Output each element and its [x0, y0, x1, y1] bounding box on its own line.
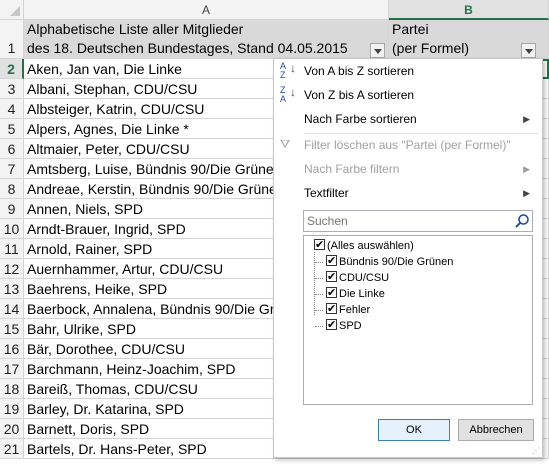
row-header[interactable]: 14: [0, 299, 24, 319]
filter-list-item[interactable]: Bündnis 90/Die Grünen: [326, 253, 454, 270]
tree-line: [315, 310, 323, 311]
row-header[interactable]: 7: [0, 159, 24, 179]
filter-list-item[interactable]: Fehler: [326, 301, 371, 318]
filter-search-input[interactable]: [303, 210, 533, 232]
filter-list-item-label: Fehler: [339, 304, 371, 316]
sort-ascending-item[interactable]: A Z ↓ Von A bis Z sortieren: [274, 59, 542, 83]
filter-list-item[interactable]: (Alles auswählen): [314, 237, 414, 254]
header-a-line1: Alphabetische Liste aller Mitglieder: [27, 21, 244, 37]
column-header-a[interactable]: A: [24, 0, 389, 20]
submenu-arrow-icon: ▶: [523, 188, 530, 198]
sort-by-color-item[interactable]: Nach Farbe sortieren ▶: [274, 107, 542, 131]
row-header[interactable]: 3: [0, 79, 24, 99]
row-header[interactable]: 20: [0, 419, 24, 439]
row-header[interactable]: 9: [0, 199, 24, 219]
row-header-1[interactable]: 1: [0, 20, 24, 59]
filter-list-item[interactable]: Die Linke: [326, 285, 385, 302]
row-header[interactable]: 21: [0, 439, 24, 459]
submenu-arrow-icon: ▶: [523, 164, 530, 174]
row-header[interactable]: 8: [0, 179, 24, 199]
row-header[interactable]: 2: [0, 59, 24, 79]
checkbox-checked-icon[interactable]: [314, 237, 325, 253]
sort-za-icon: Z A ↓: [280, 85, 296, 104]
checkbox-checked-icon[interactable]: [326, 317, 337, 333]
row-header[interactable]: 18: [0, 379, 24, 399]
header-a-line2: des 18. Deutschen Bundestages, Stand 04.…: [27, 40, 348, 56]
filter-values-list[interactable]: (Alles auswählen) Bündnis 90/Die Grünen CD…: [303, 235, 533, 405]
clear-filter-item[interactable]: ⛛ Filter löschen aus "Partei (per Formel…: [274, 133, 542, 157]
filter-by-color-label: Nach Farbe filtern: [304, 162, 400, 176]
filter-list-item-label: SPD: [339, 320, 362, 332]
text-filter-item[interactable]: Textfilter ▶: [274, 181, 542, 205]
autofilter-menu: A Z ↓ Von A bis Z sortieren Z A ↓ Von Z bis …: [273, 58, 543, 458]
row-header[interactable]: 5: [0, 119, 24, 139]
checkbox-checked-icon[interactable]: [326, 253, 337, 269]
sort-az-icon: A Z ↓: [280, 61, 296, 80]
checkbox-checked-icon[interactable]: [326, 301, 337, 317]
row-header[interactable]: 11: [0, 239, 24, 259]
search-icon[interactable]: [514, 213, 530, 229]
tree-line: [315, 278, 323, 279]
tree-line: [315, 294, 323, 295]
row-header[interactable]: 10: [0, 219, 24, 239]
row-header[interactable]: 4: [0, 99, 24, 119]
sort-descending-item[interactable]: Z A ↓ Von Z bis A sortieren: [274, 83, 542, 107]
row-header[interactable]: 17: [0, 359, 24, 379]
filter-list-item[interactable]: CDU/CSU: [326, 269, 390, 286]
sort-za-label: Von Z bis A sortieren: [304, 88, 415, 102]
filter-list-item-label: Bündnis 90/Die Grünen: [339, 256, 454, 268]
filter-list-item-label: (Alles auswählen): [327, 240, 414, 252]
row-header[interactable]: 19: [0, 399, 24, 419]
cancel-button[interactable]: Abbrechen: [458, 419, 534, 441]
filter-list-item[interactable]: SPD: [326, 317, 362, 334]
filter-dropdown-button-b[interactable]: [521, 43, 536, 58]
column-header-b[interactable]: B: [389, 0, 549, 20]
text-filter-label: Textfilter: [304, 186, 349, 200]
header-cell-a1[interactable]: Alphabetische Liste aller Mitglieder des…: [24, 20, 389, 59]
filter-dropdown-button-a[interactable]: [370, 43, 385, 58]
resize-grip-icon[interactable]: ⋰: [532, 447, 540, 455]
sort-az-label: Von A bis Z sortieren: [304, 64, 415, 78]
row-header[interactable]: 6: [0, 139, 24, 159]
row-header[interactable]: 15: [0, 319, 24, 339]
header-b-line1: Partei: [392, 21, 429, 37]
row-header[interactable]: 16: [0, 339, 24, 359]
row-header[interactable]: 13: [0, 279, 24, 299]
filter-by-color-item[interactable]: Nach Farbe filtern ▶: [274, 157, 542, 181]
select-all-corner[interactable]: [0, 0, 24, 20]
checkbox-checked-icon[interactable]: [326, 285, 337, 301]
clear-filter-label: Filter löschen aus "Partei (per Formel)": [304, 138, 511, 152]
clear-filter-icon: ⛛: [280, 137, 291, 151]
tree-line: [315, 326, 323, 327]
row-header[interactable]: 12: [0, 259, 24, 279]
ok-button[interactable]: OK: [378, 419, 450, 441]
tree-line: [315, 262, 323, 263]
checkbox-checked-icon[interactable]: [326, 269, 337, 285]
filter-list-item-label: CDU/CSU: [339, 272, 390, 284]
submenu-arrow-icon: ▶: [523, 114, 530, 124]
sort-by-color-label: Nach Farbe sortieren: [304, 112, 417, 126]
filter-list-item-label: Die Linke: [339, 288, 385, 300]
